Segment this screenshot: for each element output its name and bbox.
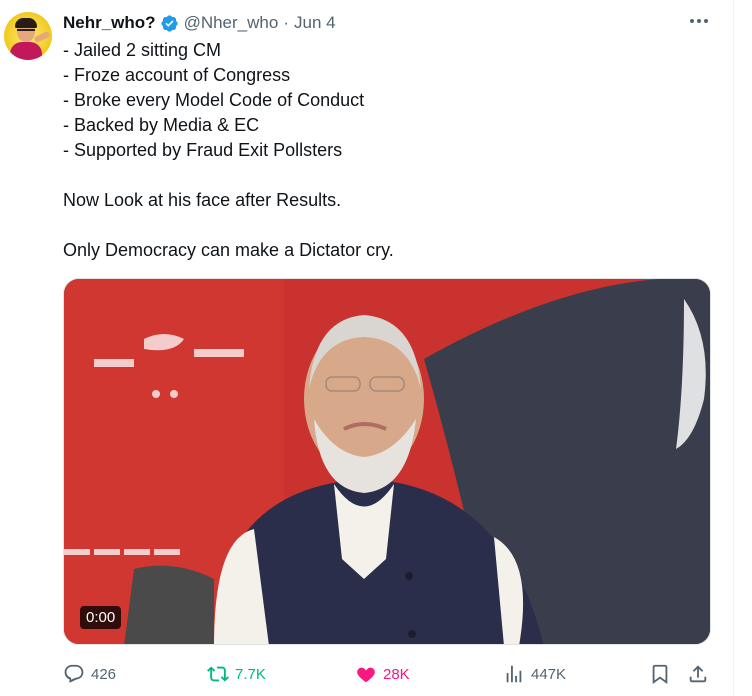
display-name[interactable]: Nehr_who? bbox=[63, 13, 156, 33]
video-frame bbox=[64, 279, 710, 644]
tweet-actions: 426 7.7K 28K 447K bbox=[63, 660, 713, 688]
tweet-card[interactable]: Nehr_who? @Nher_who · Jun 4 - Jailed 2 s… bbox=[0, 0, 734, 696]
tweet-header: Nehr_who? @Nher_who · Jun 4 bbox=[63, 12, 336, 34]
separator-dot: · bbox=[283, 13, 289, 32]
verified-badge-icon[interactable] bbox=[160, 14, 179, 33]
reply-button[interactable]: 426 bbox=[63, 660, 116, 688]
like-count: 28K bbox=[383, 665, 410, 683]
share-button[interactable] bbox=[687, 660, 715, 688]
like-button[interactable]: 28K bbox=[355, 660, 410, 688]
views-icon bbox=[506, 665, 522, 683]
bookmark-icon bbox=[652, 664, 668, 685]
tweet-line: - Froze account of Congress bbox=[63, 65, 291, 85]
views-button[interactable]: 447K bbox=[503, 660, 566, 688]
heart-icon bbox=[357, 667, 375, 683]
more-options-icon[interactable] bbox=[688, 10, 710, 32]
video-timecode: 0:00 bbox=[80, 606, 122, 629]
reply-icon bbox=[64, 664, 84, 683]
avatar[interactable] bbox=[4, 12, 52, 60]
tweet-line: Only Democracy can make a Dictator cry. bbox=[63, 240, 394, 260]
handle[interactable]: @Nher_who bbox=[184, 13, 279, 33]
tweet-line: - Supported by Fraud Exit Pollsters bbox=[63, 140, 343, 160]
tweet-line: Now Look at his face after Results. bbox=[63, 190, 342, 210]
tweet-line: - Broke every Model Code of Conduct bbox=[63, 90, 365, 110]
tweet-line: - Jailed 2 sitting CM bbox=[63, 40, 222, 60]
tweet-line: - Backed by Media & EC bbox=[63, 115, 260, 135]
tweet-text: - Jailed 2 sitting CM - Froze account of… bbox=[63, 38, 713, 263]
share-icon bbox=[689, 665, 707, 683]
views-count: 447K bbox=[531, 665, 567, 683]
bookmark-button[interactable] bbox=[649, 660, 677, 688]
repost-count: 7.7K bbox=[235, 665, 266, 683]
reply-count: 426 bbox=[91, 665, 117, 683]
video-player[interactable]: 0:00 bbox=[63, 278, 711, 645]
repost-button[interactable]: 7.7K bbox=[207, 660, 266, 688]
retweet-icon bbox=[207, 666, 229, 682]
tweet-date[interactable]: Jun 4 bbox=[294, 13, 336, 33]
